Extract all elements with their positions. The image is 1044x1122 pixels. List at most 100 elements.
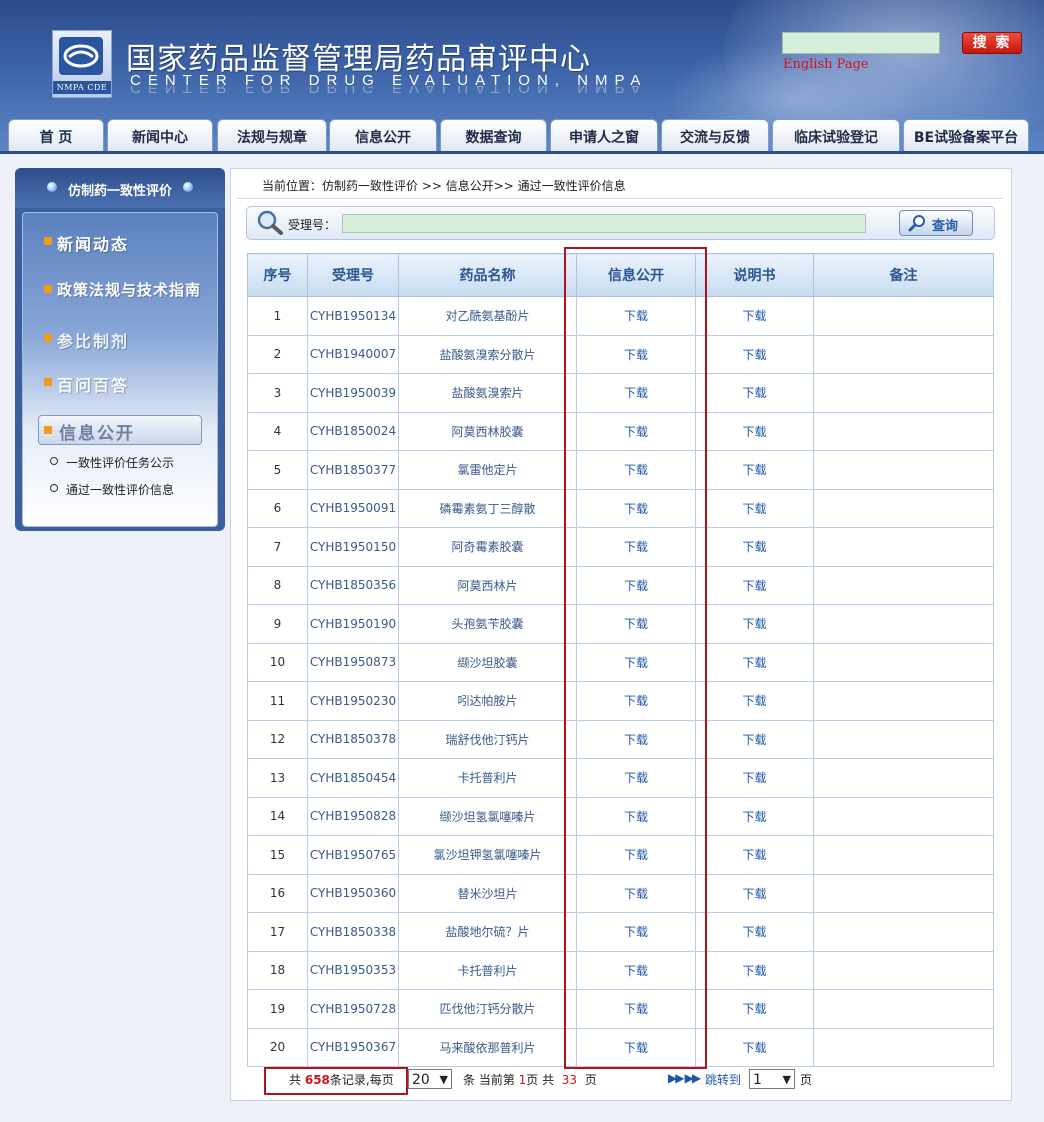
cell-accept-no: CYHB1950367 <box>307 1027 399 1067</box>
nav-tab-data-query[interactable]: 数据查询 <box>440 119 547 153</box>
download-manual-link[interactable]: 下载 <box>695 796 814 836</box>
table-row: 5 CYHB1850377 氯雷他定片 下载 下载 <box>247 450 994 490</box>
download-manual-link[interactable]: 下载 <box>695 758 814 798</box>
cell-accept-no: CYHB1950873 <box>307 642 399 682</box>
download-disclosure-link[interactable]: 下载 <box>576 835 696 875</box>
nav-tab-regulations[interactable]: 法规与规章 <box>217 119 327 153</box>
download-manual-link[interactable]: 下载 <box>695 989 814 1029</box>
nav-tab-news[interactable]: 新闻中心 <box>107 119 213 153</box>
cell-accept-no: CYHB1950091 <box>307 488 399 528</box>
nav-tab-be-platform[interactable]: BE试验备案平台 <box>903 119 1029 153</box>
download-disclosure-link[interactable]: 下载 <box>576 373 696 413</box>
site-search-button[interactable]: 搜 索 <box>962 32 1022 54</box>
nav-tab-clinical[interactable]: 临床试验登记 <box>772 119 900 153</box>
circle-bullet-icon <box>50 457 58 465</box>
download-disclosure-link[interactable]: 下载 <box>576 912 696 952</box>
nav-tab-disclosure[interactable]: 信息公开 <box>329 119 437 153</box>
download-manual-link[interactable]: 下载 <box>695 373 814 413</box>
col-header-accept-no: 受理号 <box>307 253 399 297</box>
col-header-remark: 备注 <box>813 253 994 297</box>
table-row: 10 CYHB1950873 缬沙坦胶囊 下载 下载 <box>247 642 994 682</box>
cell-accept-no: CYHB1950828 <box>307 796 399 836</box>
download-disclosure-link[interactable]: 下载 <box>576 488 696 528</box>
download-manual-link[interactable]: 下载 <box>695 450 814 490</box>
table-row: 4 CYHB1850024 阿莫西林胶囊 下载 下载 <box>247 411 994 451</box>
download-disclosure-link[interactable]: 下载 <box>576 604 696 644</box>
download-disclosure-link[interactable]: 下载 <box>576 989 696 1029</box>
download-manual-link[interactable]: 下载 <box>695 681 814 721</box>
cell-index: 14 <box>247 796 308 836</box>
download-manual-link[interactable]: 下载 <box>695 296 814 336</box>
cell-accept-no: CYHB1950134 <box>307 296 399 336</box>
download-disclosure-link[interactable]: 下载 <box>576 296 696 336</box>
download-disclosure-link[interactable]: 下载 <box>576 719 696 759</box>
per-page-select[interactable]: 20 ▼ <box>408 1069 452 1089</box>
download-manual-link[interactable]: 下载 <box>695 1027 814 1067</box>
jump-page-select[interactable]: 1 ▼ <box>749 1069 795 1089</box>
sidebar-sub-task[interactable]: 一致性评价任务公示 <box>50 454 174 471</box>
sidebar-item-news[interactable]: 新闻动态 <box>57 231 129 255</box>
download-manual-link[interactable]: 下载 <box>695 835 814 875</box>
site-search-input[interactable] <box>782 32 940 54</box>
cell-index: 5 <box>247 450 308 490</box>
download-disclosure-link[interactable]: 下载 <box>576 565 696 605</box>
next-page-icon[interactable]: ▶▶ ▶▶ <box>668 1071 701 1085</box>
cell-remark <box>813 411 994 451</box>
cell-remark <box>813 758 994 798</box>
download-disclosure-link[interactable]: 下载 <box>576 642 696 682</box>
sidebar-item-policy[interactable]: 政策法规与技术指南 <box>57 279 201 300</box>
download-disclosure-link[interactable]: 下载 <box>576 758 696 798</box>
cell-remark <box>813 719 994 759</box>
cell-accept-no: CYHB1850356 <box>307 565 399 605</box>
download-disclosure-link[interactable]: 下载 <box>576 450 696 490</box>
sidebar-item-faq[interactable]: 百问百答 <box>57 372 129 396</box>
download-manual-link[interactable]: 下载 <box>695 604 814 644</box>
cell-remark <box>813 681 994 721</box>
table-row: 6 CYHB1950091 磷霉素氨丁三醇散 下载 下载 <box>247 488 994 528</box>
cell-remark <box>813 488 994 528</box>
download-disclosure-link[interactable]: 下载 <box>576 681 696 721</box>
cell-drug-name: 阿莫西林片 <box>398 565 577 605</box>
download-disclosure-link[interactable]: 下载 <box>576 796 696 836</box>
download-manual-link[interactable]: 下载 <box>695 334 814 374</box>
nav-tab-home[interactable]: 首 页 <box>8 119 104 153</box>
magnifier-icon <box>257 210 283 235</box>
download-manual-link[interactable]: 下载 <box>695 565 814 605</box>
download-disclosure-link[interactable]: 下载 <box>576 334 696 374</box>
cell-drug-name: 氯雷他定片 <box>398 450 577 490</box>
cell-index: 15 <box>247 835 308 875</box>
nav-tab-applicant[interactable]: 申请人之窗 <box>550 119 658 153</box>
download-manual-link[interactable]: 下载 <box>695 912 814 952</box>
accept-no-input[interactable] <box>342 214 866 233</box>
sidebar-item-disclosure[interactable]: 信息公开 <box>38 415 202 445</box>
download-disclosure-link[interactable]: 下载 <box>576 1027 696 1067</box>
cell-remark <box>813 604 994 644</box>
cell-remark <box>813 565 994 605</box>
cell-accept-no: CYHB1850377 <box>307 450 399 490</box>
sidebar-item-reference[interactable]: 参比制剂 <box>57 328 129 352</box>
download-disclosure-link[interactable]: 下载 <box>576 411 696 451</box>
cell-remark <box>813 527 994 567</box>
download-disclosure-link[interactable]: 下载 <box>576 873 696 913</box>
sidebar-sub-label: 通过一致性评价信息 <box>66 483 175 497</box>
download-manual-link[interactable]: 下载 <box>695 488 814 528</box>
download-manual-link[interactable]: 下载 <box>695 642 814 682</box>
download-disclosure-link[interactable]: 下载 <box>576 527 696 567</box>
download-manual-link[interactable]: 下载 <box>695 411 814 451</box>
nav-tab-feedback[interactable]: 交流与反馈 <box>661 119 769 153</box>
cell-index: 19 <box>247 989 308 1029</box>
download-disclosure-link[interactable]: 下载 <box>576 950 696 990</box>
sidebar-sub-passed[interactable]: 通过一致性评价信息 <box>50 481 175 498</box>
query-button[interactable]: 查询 <box>899 210 973 236</box>
download-manual-link[interactable]: 下载 <box>695 873 814 913</box>
cell-drug-name: 缬沙坦氢氯噻嗪片 <box>398 796 577 836</box>
nmpa-logo[interactable]: NMPA CDE <box>52 30 112 98</box>
download-manual-link[interactable]: 下载 <box>695 950 814 990</box>
sidebar-title: 仿制药一致性评价 <box>67 184 172 199</box>
download-manual-link[interactable]: 下载 <box>695 527 814 567</box>
download-manual-link[interactable]: 下载 <box>695 719 814 759</box>
cell-index: 9 <box>247 604 308 644</box>
rss-icon <box>44 285 52 293</box>
cell-index: 20 <box>247 1027 308 1067</box>
english-page-link[interactable]: English Page <box>783 57 869 72</box>
